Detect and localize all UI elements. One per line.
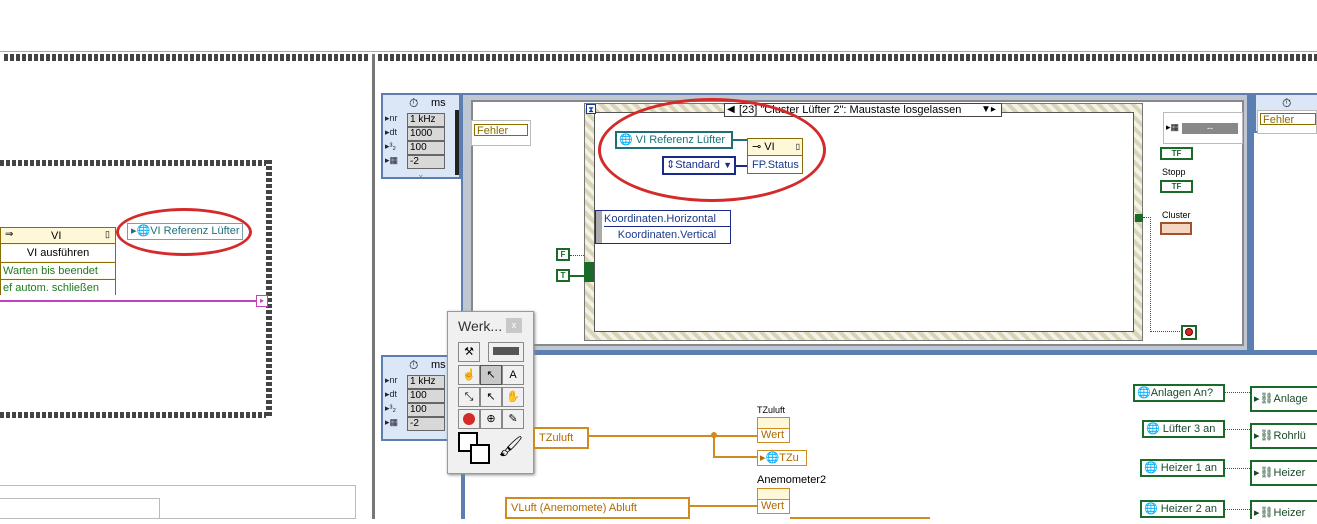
invoke-param2: ef autom. schließen [1,279,115,295]
text-tool-icon[interactable]: A [502,365,524,385]
color-copy-icon[interactable]: ✎ [502,409,524,429]
top-area [0,0,1317,52]
invoke-header: ⇒ VI ▯ [1,228,115,244]
cluster-terminal[interactable] [1160,222,1192,235]
globe-icon: 🌐 [1144,462,1158,474]
heizer1-wire [1225,468,1250,469]
true-wire [570,275,584,277]
stop-icon [1185,328,1193,336]
close-button[interactable]: x [506,318,522,333]
anlage-property[interactable]: ▸⛓Anlage [1250,386,1317,412]
auto-select-toggle[interactable] [488,342,524,362]
tzuluft-control[interactable]: TZuluft [533,427,589,449]
tzu-wire-v [713,435,715,457]
color-tool-icon[interactable] [458,432,492,466]
node-icon: ⛓ [1259,467,1274,479]
right-tunnel [1135,214,1143,222]
brush-icon[interactable]: 🖌 [498,434,523,459]
hourglass-icon: ⧗ [586,104,596,114]
invoke-param1: Warten bis beendet [1,262,115,278]
loop-divider [461,350,1317,355]
bool-tunnel [584,262,594,282]
breakpoint-tool-icon[interactable] [458,409,480,429]
tools-title: Werk... [458,318,503,334]
anlagen-wire [1225,392,1250,393]
stopp-label: Stopp [1162,167,1186,177]
tzu-reference[interactable]: ▸🌐TZu [757,450,807,466]
event-data-node[interactable]: Koordinaten.Horizontal Koordinaten.Verti… [595,210,731,244]
luefter3-wire [1225,429,1250,430]
cluster-label: Cluster [1162,210,1191,220]
heizer1-control[interactable]: 🌐 Heizer 1 an [1140,459,1225,477]
node-icon: ⛓ [1259,393,1274,405]
vluft-control[interactable]: VLuft (Anemomete) Abluft [505,497,690,519]
wiring-tool-icon[interactable]: ⤡ [458,387,480,407]
loop-right-edge [1247,93,1253,353]
top-divider [0,51,1317,52]
error-out-cluster[interactable]: Fehler [1257,110,1317,134]
tzuluft-label: TZuluft [757,405,786,415]
probe-tool-icon[interactable]: ⊕ [480,409,502,429]
false-wire [570,255,584,256]
anemometer-label: Anemometer2 [757,474,827,486]
stop-wire-b [1150,331,1180,332]
left-loop-border-top [4,54,370,61]
heizer1-property[interactable]: ▸⛓Heizer [1250,460,1317,486]
shortcut-menu-icon[interactable]: ↖ [480,387,502,407]
invoke-node[interactable]: ⇒ VI ▯ VI ausführen Warten bis beendet e… [0,227,116,295]
highlight-ellipse-center [598,98,826,202]
vluft-wire [690,505,757,507]
globe-icon: 🌐 [765,452,780,464]
rohr-property[interactable]: ▸⛓Rohrlü [1250,423,1317,449]
globe-icon: 🌐 [1146,423,1160,435]
clock-icon: ⏱ [409,358,419,372]
right-output-node[interactable]: ▸▦ -- [1163,112,1243,144]
heizer2-wire [1225,509,1250,510]
auto-tool-icon[interactable]: ⚒ [458,342,480,362]
heizer2-control[interactable]: 🌐 Heizer 2 an [1140,500,1225,518]
anlagen-control[interactable]: 🌐Anlagen An? [1133,384,1225,402]
tzuluft-property[interactable]: Wert [757,417,790,443]
clock-icon: ⏱ [1282,96,1292,110]
timer-bar [455,110,459,175]
stop-wire-v [1150,217,1151,332]
error-in-cluster[interactable]: Fehler [471,120,531,146]
true-constant[interactable]: T [556,269,570,282]
right-loop-border-top [378,54,1317,61]
operate-tool-icon[interactable]: ☝ [458,365,480,385]
timing-node-top[interactable]: ⏱ ms ▸nr 1 kHz ▸dt 1000 ▸³₂ 100 ▸▦ -2 ⌄ [381,93,461,179]
tools-palette[interactable]: Werk... x ⚒ ☝ ↖ A ⤡ ↖ ✋ ⊕ ✎ 🖌 [447,311,534,474]
scroll-tool-icon[interactable]: ✋ [502,387,524,407]
tzuluft-wire [589,435,757,437]
false-constant[interactable]: F [556,248,570,261]
lower-left-box [0,498,160,519]
tf-indicator-2[interactable]: TF [1160,180,1193,193]
node-icon: ⛓ [1259,430,1274,442]
position-tool-icon[interactable]: ↖ [480,365,502,385]
clock-icon: ⏱ [409,96,419,110]
node-icon: ⛓ [1259,507,1274,519]
pink-tunnel: ▸ [256,295,268,307]
invoke-method: VI ausführen [1,245,115,261]
case-dropdown-icon[interactable]: ▼▸ [981,104,996,116]
globe-icon: 🌐 [1137,387,1151,399]
pink-wire [0,300,258,302]
tf-indicator-1[interactable]: TF [1160,147,1193,160]
stop-condition[interactable] [1181,325,1197,340]
heizer2-property[interactable]: ▸⛓Heizer [1250,500,1317,519]
tzu-wire-h [713,456,757,458]
luefter3-control[interactable]: 🌐 Lüfter 3 an [1142,420,1225,438]
anemometer-property[interactable]: Wert [757,488,790,514]
globe-icon: 🌐 [1144,503,1158,515]
highlight-ellipse-left [116,208,252,256]
left-loop-border-right [372,54,375,519]
